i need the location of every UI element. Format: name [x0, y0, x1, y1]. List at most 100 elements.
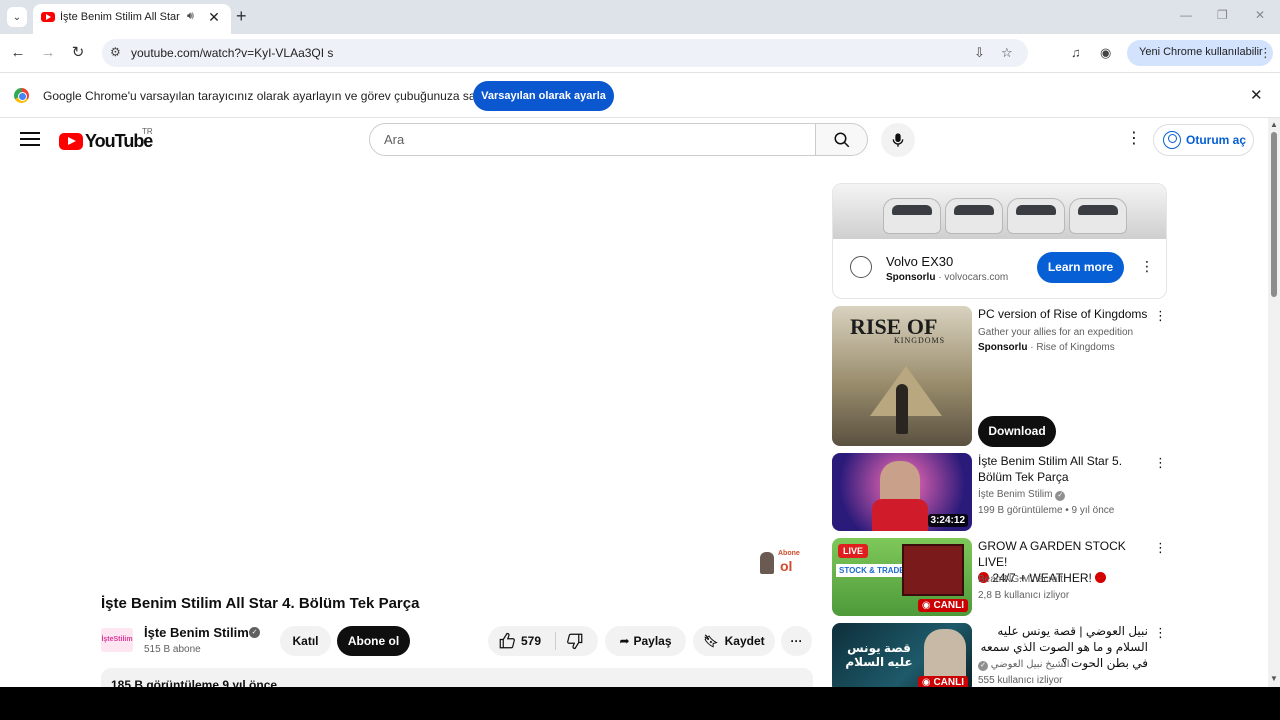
- join-button[interactable]: Katıl: [280, 626, 331, 656]
- scroll-up-icon[interactable]: ▲: [1270, 120, 1278, 129]
- settings-more-icon[interactable]: ⋮: [1126, 130, 1142, 148]
- url-text[interactable]: youtube.com/watch?v=KyI-VLAa3QI s: [131, 46, 333, 60]
- search-input[interactable]: Ara: [369, 123, 816, 156]
- set-default-button[interactable]: Varsayılan olarak ayarla: [473, 81, 614, 111]
- minimize-icon[interactable]: —: [1180, 8, 1192, 22]
- subscriber-count: 515 B abone: [144, 644, 201, 655]
- recommendation-meta: 2,8 B kullanıcı izliyor: [978, 590, 1070, 601]
- profile-icon[interactable]: ◉: [1100, 45, 1111, 61]
- scroll-down-icon[interactable]: ▼: [1270, 674, 1278, 683]
- watermark-top-text: Abone: [778, 550, 800, 557]
- like-divider: [555, 632, 556, 650]
- tab-search-button[interactable]: ⌄: [7, 7, 27, 27]
- reload-icon[interactable]: ↻: [68, 43, 88, 63]
- recommendation-more-icon[interactable]: ⋮: [1154, 455, 1167, 471]
- back-arrow-icon[interactable]: ←: [8, 43, 28, 63]
- recommendation-subtitle: Gather your allies for an expedition: [978, 327, 1134, 338]
- voice-search-button[interactable]: [881, 123, 915, 157]
- bookmark-icon: 🔖︎: [703, 634, 719, 648]
- chrome-update-chip[interactable]: Yeni Chrome kullanılabilir: [1127, 40, 1273, 66]
- channel-name[interactable]: İşte Benim Stilim: [144, 625, 249, 640]
- bookmark-star-icon[interactable]: ☆: [1001, 45, 1013, 61]
- subscribe-watermark[interactable]: Abone ol: [760, 550, 802, 574]
- window-close-icon[interactable]: ✕: [1255, 8, 1265, 22]
- car-image: [883, 198, 941, 234]
- recommendation-channel[interactable]: الشيخ نبيل العوضي: [991, 659, 1070, 670]
- forward-arrow-icon[interactable]: →: [38, 43, 58, 63]
- share-button[interactable]: ➦ Paylaş: [605, 626, 686, 656]
- tab-close-icon[interactable]: ✕: [206, 9, 222, 25]
- scrollbar-thumb[interactable]: [1271, 132, 1277, 297]
- more-actions-icon[interactable]: ···: [781, 626, 812, 656]
- video-player[interactable]: [0, 168, 828, 586]
- recommendation-item[interactable]: LIVE STOCK & TRADE ◉ CANLI GROW A GARDEN…: [832, 538, 1167, 616]
- live-badge-label: CANLI: [933, 677, 964, 687]
- ad-domain: volvocars.com: [944, 272, 1009, 283]
- learn-more-button[interactable]: Learn more: [1037, 252, 1124, 283]
- search-button[interactable]: [815, 123, 868, 156]
- recommendation-title[interactable]: PC version of Rise of Kingdoms: [978, 306, 1148, 322]
- browser-tab-strip: ⌄ İşte Benim Stilim All Star 4. 🔊︎ ✕ + —…: [0, 0, 1280, 34]
- restore-icon[interactable]: ❐: [1217, 8, 1228, 22]
- site-info-icon[interactable]: ⚙: [110, 45, 121, 59]
- address-bar[interactable]: ⚙ youtube.com/watch?v=KyI-VLAa3QI s ⇩ ☆: [102, 39, 1028, 67]
- video-thumbnail[interactable]: 3:24:12: [832, 453, 972, 531]
- infobar-message: Google Chrome'u varsayılan tarayıcınız o…: [43, 89, 513, 103]
- recommendation-more-icon[interactable]: ⋮: [1154, 625, 1167, 641]
- browser-tab-active[interactable]: İşte Benim Stilim All Star 4. 🔊︎ ✕: [33, 4, 231, 34]
- recommendation-item[interactable]: قصة يونس عليه السلام ◉ CANLI نبيل العوضي…: [832, 623, 1167, 687]
- recommendation-title[interactable]: İşte Benim Stilim All Star 5. Bölüm Tek …: [978, 453, 1148, 485]
- youtube-page: YouTube TR Ara ⋮ Oturum aç Abone ol İşte…: [0, 118, 1268, 687]
- video-thumbnail[interactable]: RISE OF KINGDOMS: [832, 306, 972, 446]
- recommendation-channel[interactable]: BeamNG.Minecraft: [978, 573, 1063, 587]
- page-scrollbar[interactable]: ▲ ▼: [1268, 118, 1280, 687]
- like-count: 579: [521, 634, 542, 648]
- thumbs-up-icon[interactable]: [498, 632, 516, 650]
- media-controls-icon[interactable]: ♫: [1071, 45, 1081, 60]
- car-image: [1069, 198, 1127, 234]
- share-label: Paylaş: [633, 634, 672, 648]
- download-button[interactable]: Download: [978, 416, 1056, 447]
- channel-avatar[interactable]: İşteStilim: [101, 628, 133, 652]
- subscribe-button[interactable]: Abone ol: [337, 626, 410, 656]
- account-icon: [1163, 131, 1181, 149]
- sponsored-label: Sponsorlu: [886, 272, 936, 283]
- live-broadcast-icon: ◉: [921, 677, 934, 687]
- audio-playing-icon[interactable]: 🔊︎: [187, 10, 194, 23]
- recommendation-more-icon[interactable]: ⋮: [1154, 308, 1167, 324]
- new-tab-icon[interactable]: +: [236, 7, 247, 25]
- video-thumbnail[interactable]: LIVE STOCK & TRADE ◉ CANLI: [832, 538, 972, 616]
- recommendation-item[interactable]: 3:24:12 İşte Benim Stilim All Star 5. Bö…: [832, 453, 1167, 531]
- video-thumbnail[interactable]: قصة يونس عليه السلام ◉ CANLI: [832, 623, 972, 687]
- thumbs-down-icon[interactable]: [566, 632, 584, 650]
- volvo-logo-icon: [850, 256, 872, 278]
- sponsored-recommendation[interactable]: RISE OF KINGDOMS PC version of Rise of K…: [832, 306, 1167, 447]
- description-box[interactable]: 185 B görüntüleme 9 yıl önce: [101, 668, 813, 687]
- presenter-dress: [872, 499, 928, 531]
- watermark-big-text: ol: [780, 558, 793, 574]
- save-button[interactable]: 🔖︎ Kaydet: [693, 626, 775, 656]
- red-circle-icon: [1095, 572, 1107, 583]
- menu-icon[interactable]: [20, 132, 40, 146]
- black-bottom-bar: [0, 687, 1280, 720]
- thumbnail-text: قصة يونس عليه السلام: [845, 641, 913, 669]
- youtube-play-icon: [59, 132, 83, 150]
- chrome-menu-icon[interactable]: ⋮: [1259, 45, 1272, 61]
- infobar-close-icon[interactable]: ✕: [1250, 86, 1263, 104]
- browser-toolbar: ← → ↻ ⚙ youtube.com/watch?v=KyI-VLAa3QI …: [0, 34, 1280, 72]
- recommendation-more-icon[interactable]: ⋮: [1154, 540, 1167, 556]
- tab-title: İşte Benim Stilim All Star 4.: [60, 11, 182, 23]
- ad-more-icon[interactable]: ⋮: [1140, 258, 1154, 275]
- sign-in-button[interactable]: Oturum aç: [1153, 124, 1254, 156]
- sponsored-ad-card[interactable]: Volvo EX30 Sponsorlu · volvocars.com Lea…: [832, 183, 1167, 299]
- install-app-icon[interactable]: ⇩: [974, 45, 985, 61]
- youtube-logo[interactable]: YouTube: [59, 131, 153, 151]
- live-broadcast-icon: ◉: [921, 600, 934, 611]
- video-duration: 3:24:12: [927, 514, 968, 527]
- live-badge-label: CANLI: [933, 600, 964, 611]
- youtube-favicon-icon: [41, 12, 55, 22]
- default-browser-infobar: Google Chrome'u varsayılan tarayıcınız o…: [0, 72, 1280, 118]
- search-placeholder: Ara: [384, 132, 405, 147]
- recommendation-channel[interactable]: İşte Benim Stilim: [978, 489, 1052, 500]
- thumbnail-subtext: KINGDOMS: [894, 336, 946, 345]
